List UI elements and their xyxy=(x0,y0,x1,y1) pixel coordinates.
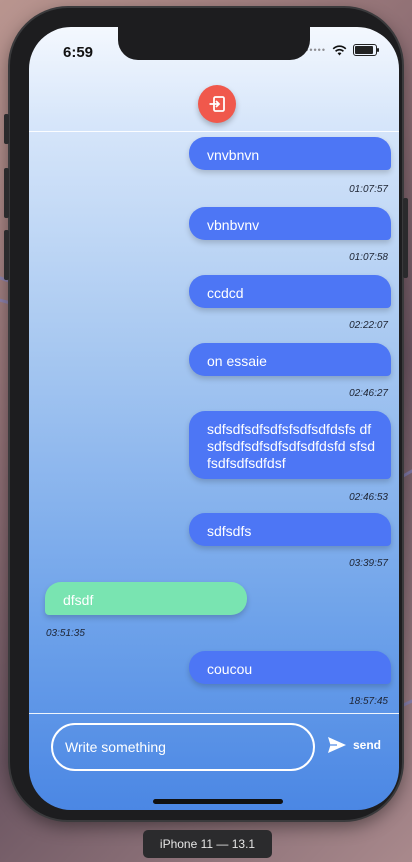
header-divider xyxy=(29,131,399,132)
message-input[interactable]: Write something xyxy=(51,723,315,771)
volume-down-button xyxy=(4,230,9,280)
mute-switch xyxy=(4,114,9,144)
message-text: vnvbnvn xyxy=(207,147,260,163)
message-time: 01:07:58 xyxy=(349,252,388,263)
message-bubble-received[interactable]: dfsdf xyxy=(45,582,247,615)
send-label: send xyxy=(353,738,382,752)
composer-divider xyxy=(29,713,399,714)
message-time: 18:57:45 xyxy=(349,696,388,707)
device-caption: iPhone 11 — 13.1 xyxy=(143,830,272,858)
notch xyxy=(118,27,310,60)
message-time: 02:46:27 xyxy=(349,388,388,399)
message-text: sdfsdfsdfsdfsfsdfsdfdsfs dfsdfsdfsdfsdfs… xyxy=(207,421,376,471)
message-text: sdfsdfs xyxy=(207,523,252,539)
logout-button[interactable] xyxy=(198,85,236,123)
message-time: 03:39:57 xyxy=(349,558,388,569)
power-button xyxy=(403,198,408,278)
message-time: 02:46:53 xyxy=(349,492,388,503)
wifi-icon xyxy=(332,44,347,55)
message-text: vbnbvnv xyxy=(207,217,260,233)
status-icons: ••••• xyxy=(305,44,379,56)
message-bubble-sent[interactable]: sdfsdfs xyxy=(189,513,391,546)
home-indicator xyxy=(153,799,283,804)
message-text: coucou xyxy=(207,661,253,677)
message-bubble-sent[interactable]: on essaie xyxy=(189,343,391,376)
status-time: 6:59 xyxy=(63,44,94,61)
volume-up-button xyxy=(4,168,9,218)
message-input-placeholder: Write something xyxy=(65,739,166,755)
battery-icon xyxy=(353,44,379,56)
message-text: on essaie xyxy=(207,353,267,369)
message-bubble-sent[interactable]: vnvbnvn xyxy=(189,137,391,170)
app-screen: 6:59 ••••• vnvbnvn 01:07:57 vbnbvnv 01:0… xyxy=(29,27,399,810)
message-text: dfsdf xyxy=(63,592,94,608)
phone-frame: 6:59 ••••• vnvbnvn 01:07:57 vbnbvnv 01:0… xyxy=(4,8,408,820)
send-button[interactable]: send xyxy=(327,736,381,754)
message-time: 02:22:07 xyxy=(349,320,388,331)
exit-door-icon xyxy=(209,96,225,112)
message-time: 03:51:35 xyxy=(46,628,85,639)
message-bubble-sent[interactable]: coucou xyxy=(189,651,391,684)
paper-plane-icon xyxy=(328,737,346,753)
message-bubble-sent[interactable]: sdfsdfsdfsdfsfsdfsdfdsfs dfsdfsdfsdfsdfs… xyxy=(189,411,391,479)
message-bubble-sent[interactable]: vbnbvnv xyxy=(189,207,391,240)
message-text: ccdcd xyxy=(207,285,244,301)
message-time: 01:07:57 xyxy=(349,184,388,195)
message-bubble-sent[interactable]: ccdcd xyxy=(189,275,391,308)
